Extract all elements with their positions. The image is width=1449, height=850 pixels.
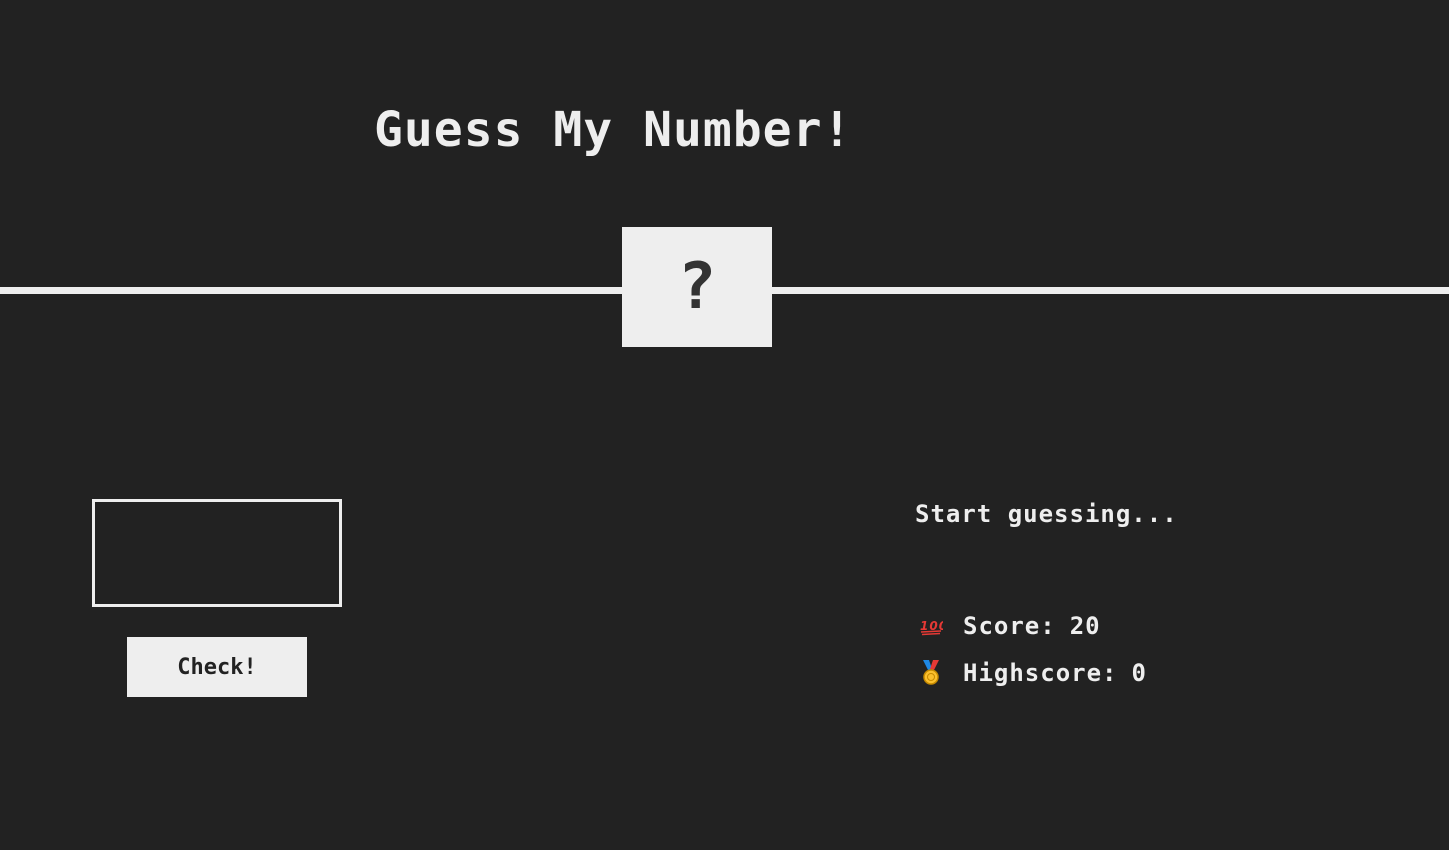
highscore-value: 0 [1131, 659, 1147, 687]
secret-number: ? [677, 250, 717, 324]
hundred-points-icon: 100 [917, 612, 945, 640]
score-row: 100 Score: 20 [917, 610, 1101, 642]
page-title: Guess My Number! [374, 102, 853, 158]
check-button[interactable]: Check! [127, 637, 307, 697]
score-label: Score: [963, 612, 1056, 640]
status-message: Start guessing... [915, 500, 1178, 528]
guess-input[interactable] [92, 499, 342, 607]
highscore-row: Highscore: 0 [917, 657, 1147, 689]
score-value: 20 [1069, 612, 1101, 640]
medal-icon [917, 659, 945, 687]
secret-number-box: ? [622, 227, 772, 347]
highscore-label: Highscore: [963, 659, 1118, 687]
